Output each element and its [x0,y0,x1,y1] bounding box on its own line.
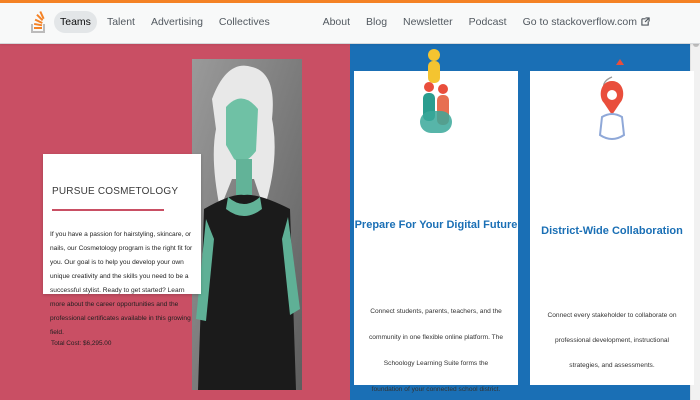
nav-talent[interactable]: Talent [101,11,141,33]
external-link-icon [641,17,650,26]
nav-teams[interactable]: Teams [54,11,97,33]
nav-blog[interactable]: Blog [360,11,393,33]
total-cost-text: Total Cost: $6,295.00 [51,340,112,347]
feature-title-collaboration[interactable]: District-Wide Collaboration [530,225,694,237]
nav-about[interactable]: About [317,11,356,33]
feature-card-collaboration: District-Wide Collaboration Connect ever… [530,59,694,385]
feature-text-collaboration: Connect every stakeholder to collaborate… [547,312,677,369]
cosmetology-title: PURSUE COSMETOLOGY [52,186,179,197]
student-photo [192,59,302,390]
people-icon [420,49,452,133]
top-nav-bar: Teams Talent Advertising Collectives Abo… [0,0,700,44]
nav-podcast[interactable]: Podcast [463,11,513,33]
nav-go-to-label: Go to stackoverflow.com [522,16,637,28]
nav-newsletter[interactable]: Newsletter [397,11,459,33]
nav-go-to-stackoverflow[interactable]: Go to stackoverflow.com [517,11,656,33]
nav-left-group: Teams Talent Advertising Collectives [54,11,276,33]
feature-title-digital-future[interactable]: Prepare For Your Digital Future [354,219,518,231]
stackoverflow-logo-icon[interactable] [30,8,48,34]
nav-right-group: About Blog Newsletter Podcast Go to stac… [317,11,656,33]
nav-collectives[interactable]: Collectives [213,11,276,33]
map-pin-icon [598,59,626,140]
cosmetology-description: If you have a passion for hairstyling, s… [50,231,193,336]
feature-card-digital-future: Prepare For Your Digital Future Connect … [354,49,518,393]
feature-text-digital-future: Connect students, parents, teachers, and… [368,308,504,393]
top-accent-strip [0,0,700,3]
title-divider [52,209,164,211]
student-photo-illustration [192,59,302,390]
schoology-section: Prepare For Your Digital Future Connect … [350,44,694,400]
nav-advertising[interactable]: Advertising [145,11,209,33]
